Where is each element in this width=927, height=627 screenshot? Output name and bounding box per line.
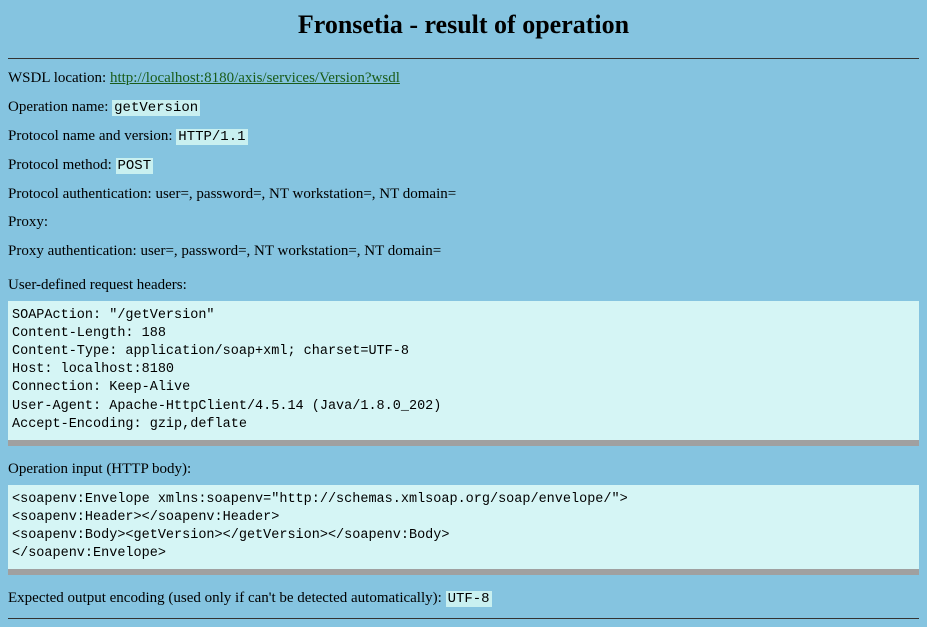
operation-name-label: Operation name: [8,99,112,115]
wsdl-label: WSDL location: [8,70,110,86]
protocol-auth-label: Protocol authentication: user=, password… [8,186,456,202]
divider [8,58,919,59]
expected-encoding-row: Expected output encoding (used only if c… [8,587,919,610]
wsdl-location-row: WSDL location: http://localhost:8180/axi… [8,67,919,90]
protocol-method-value: POST [116,158,154,174]
protocol-method-row: Protocol method: POST [8,154,919,177]
expected-encoding-value: UTF-8 [446,591,492,607]
protocol-version-value: HTTP/1.1 [176,129,247,145]
request-headers-label: User-defined request headers: [8,274,919,297]
operation-input-label: Operation input (HTTP body): [8,458,919,481]
page-title: Fronsetia - result of operation [8,10,919,40]
expected-encoding-label: Expected output encoding (used only if c… [8,590,446,606]
proxy-auth-row: Proxy authentication: user=, password=, … [8,240,919,263]
request-headers-block: SOAPAction: "/getVersion" Content-Length… [8,301,919,447]
proxy-label: Proxy: [8,214,48,230]
protocol-method-label: Protocol method: [8,157,116,173]
operation-input-block: <soapenv:Envelope xmlns:soapenv="http://… [8,485,919,576]
operation-name-value: getVersion [112,100,200,116]
operation-name-row: Operation name: getVersion [8,96,919,119]
protocol-version-label: Protocol name and version: [8,128,176,144]
wsdl-link[interactable]: http://localhost:8180/axis/services/Vers… [110,70,400,86]
proxy-row: Proxy: [8,211,919,234]
protocol-auth-row: Protocol authentication: user=, password… [8,183,919,206]
divider [8,618,919,619]
protocol-version-row: Protocol name and version: HTTP/1.1 [8,125,919,148]
proxy-auth-label: Proxy authentication: user=, password=, … [8,243,441,259]
